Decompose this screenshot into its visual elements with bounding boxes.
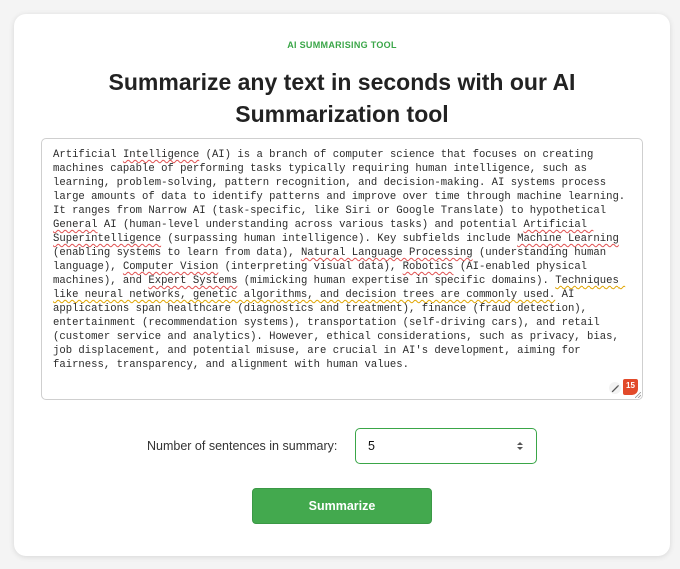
spell-flagged-text: Computer Vision — [122, 261, 219, 273]
text-segment: AI (human-level understanding across var… — [97, 219, 524, 231]
spell-flagged-text: General — [53, 219, 98, 231]
text-segment: (mimicking human expertise in specific d… — [237, 275, 556, 287]
summarize-button[interactable]: Summarize — [252, 488, 432, 524]
pencil-icon[interactable] — [609, 382, 621, 394]
summarizer-card: AI SUMMARISING TOOL Summarize any text i… — [14, 14, 670, 556]
spell-flagged-text: Intelligence — [122, 149, 200, 161]
text-segment: AI applications span healthcare (diagnos… — [53, 289, 626, 371]
spell-flagged-text: Robotics — [402, 261, 454, 273]
page-title: Summarize any text in seconds with our A… — [108, 69, 576, 127]
text-segment: Artificial — [53, 149, 123, 161]
text-input-box[interactable]: Artificial Intelligence (AI) is a branch… — [41, 138, 643, 400]
sentence-count-row: Number of sentences in summary: 5 — [14, 428, 670, 464]
sentence-count-value: 5 — [368, 439, 375, 453]
sentence-count-label: Number of sentences in summary: — [147, 439, 338, 453]
text-input[interactable]: Artificial Intelligence (AI) is a branch… — [53, 148, 628, 388]
spell-flagged-text: Expert Systems — [148, 275, 238, 287]
text-segment: (interpreting visual data), — [218, 261, 403, 273]
tool-eyebrow: AI SUMMARISING TOOL — [287, 40, 397, 50]
spell-flagged-text: Natural Language Processing — [300, 247, 473, 259]
sentence-count-input[interactable]: 5 — [355, 428, 537, 464]
stepper-arrows-icon[interactable] — [516, 440, 524, 452]
text-segment: (surpassing human intelligence). Key sub… — [161, 233, 518, 245]
spell-flagged-text: Machine Learning — [517, 233, 619, 245]
resize-grip-icon[interactable] — [635, 392, 641, 398]
